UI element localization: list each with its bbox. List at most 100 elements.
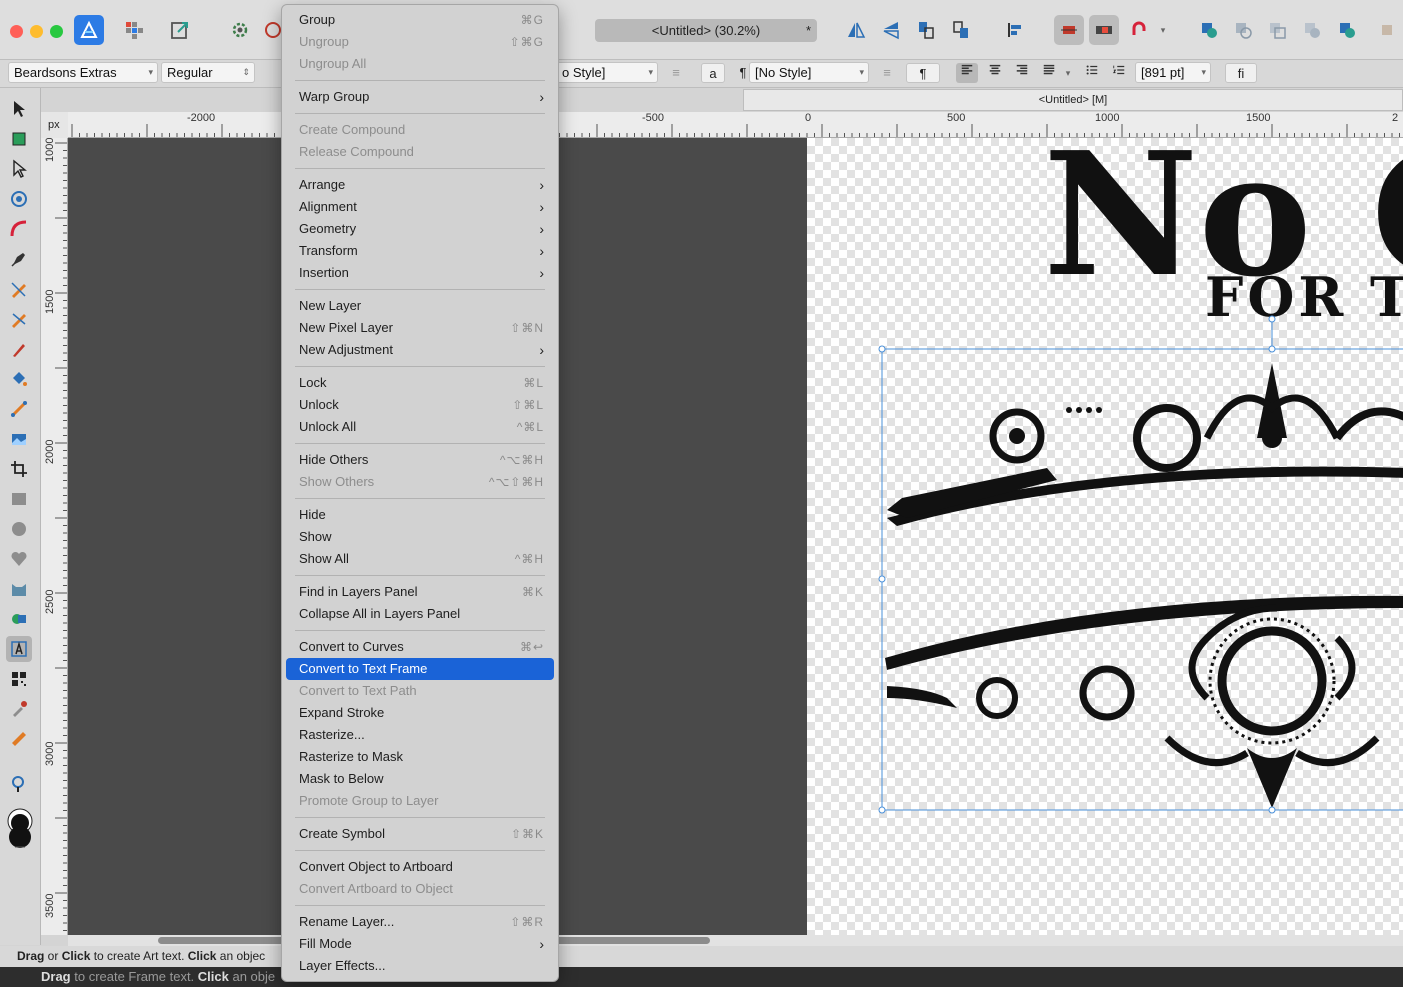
menu-item-rasterize-to-mask[interactable]: Rasterize to Mask: [286, 746, 554, 768]
character-panel-button[interactable]: a: [701, 63, 725, 83]
measure-tool[interactable]: [6, 726, 32, 752]
justify-dropdown-button[interactable]: ▾: [1062, 63, 1074, 83]
menu-item-hide[interactable]: Hide: [286, 504, 554, 526]
menu-item-convert-to-curves[interactable]: Convert to Curves ⌘↩: [286, 636, 554, 658]
paragraph-indent-button[interactable]: ≡: [876, 63, 898, 83]
boolean-add-button[interactable]: [1194, 15, 1224, 45]
rectangle-tool[interactable]: [6, 486, 32, 512]
align-button[interactable]: [1000, 15, 1030, 45]
menu-item-unlock[interactable]: Unlock ⇧⌘L: [286, 394, 554, 416]
node-tool[interactable]: [6, 156, 32, 182]
menu-item-new-layer[interactable]: New Layer: [286, 295, 554, 317]
close-window-button[interactable]: [10, 25, 23, 38]
numbered-list-button[interactable]: [1108, 63, 1130, 83]
menu-item-collapse-all-layers[interactable]: Collapse All in Layers Panel: [286, 603, 554, 625]
menu-item-show[interactable]: Show: [286, 526, 554, 548]
menu-item-mask-to-below[interactable]: Mask to Below: [286, 768, 554, 790]
pencil-tool[interactable]: [6, 276, 32, 302]
menu-item-warp-group[interactable]: Warp Group ›: [286, 86, 554, 108]
menu-item-find-in-layers[interactable]: Find in Layers Panel ⌘K: [286, 581, 554, 603]
ruler-unit[interactable]: px: [41, 112, 68, 138]
document-tab[interactable]: <Untitled> [M]: [743, 89, 1403, 111]
snap-magnet-button[interactable]: [1124, 15, 1154, 45]
align-center-text-button[interactable]: [984, 63, 1006, 83]
menu-item-rasterize[interactable]: Rasterize...: [286, 724, 554, 746]
horizontal-scrollbar[interactable]: [68, 935, 1403, 946]
horizontal-ruler[interactable]: -2000 -500 0 500 1000 1500 2: [68, 112, 1403, 138]
menu-item-alignment[interactable]: Alignment ›: [286, 196, 554, 218]
bottom-ornament: [885, 595, 1403, 808]
menu-item-rename-layer[interactable]: Rename Layer... ⇧⌘R: [286, 911, 554, 933]
menu-item-new-adjustment[interactable]: New Adjustment ›: [286, 339, 554, 361]
boolean-xor-button[interactable]: [1297, 15, 1327, 45]
boolean-subtract-button[interactable]: [1228, 15, 1258, 45]
menu-item-lock[interactable]: Lock ⌘L: [286, 372, 554, 394]
menu-item-transform[interactable]: Transform ›: [286, 240, 554, 262]
align-left-text-button[interactable]: [956, 63, 978, 83]
paint-brush-tool[interactable]: [6, 336, 32, 362]
justify-text-button[interactable]: [1038, 63, 1060, 83]
pen-tool[interactable]: [6, 246, 32, 272]
ellipse-tool[interactable]: [6, 516, 32, 542]
menu-item-convert-object-to-artboard[interactable]: Convert Object to Artboard: [286, 856, 554, 878]
color-swatch-tool[interactable]: [4, 806, 36, 852]
bullet-list-button[interactable]: [1081, 63, 1103, 83]
menu-item-fill-mode[interactable]: Fill Mode ›: [286, 933, 554, 955]
heart-shape-tool[interactable]: [6, 546, 32, 572]
snap-guides-button[interactable]: [1054, 15, 1084, 45]
corner-tool[interactable]: [6, 216, 32, 242]
symbol-tool[interactable]: [6, 606, 32, 632]
menu-item-show-all[interactable]: Show All ^⌘H: [286, 548, 554, 570]
move-tool[interactable]: [6, 96, 32, 122]
menu-item-expand-stroke[interactable]: Expand Stroke: [286, 702, 554, 724]
contour-tool[interactable]: [6, 186, 32, 212]
paragraph-style-select[interactable]: [No Style] ▾: [749, 62, 869, 83]
settings-button[interactable]: [225, 15, 255, 45]
zoom-window-button[interactable]: [50, 25, 63, 38]
character-style-indent-button[interactable]: ≡: [665, 63, 687, 83]
flip-vertical-button[interactable]: [876, 15, 906, 45]
artboard-tool[interactable]: [6, 126, 32, 152]
artistic-text-tool[interactable]: [6, 636, 32, 662]
artboard-canvas[interactable]: No C FOR TH: [807, 138, 1403, 935]
fill-tool[interactable]: [6, 366, 32, 392]
flip-horizontal-button[interactable]: [841, 15, 871, 45]
cat-shape-tool[interactable]: [6, 576, 32, 602]
ligatures-button[interactable]: fi: [1225, 63, 1257, 83]
minimize-window-button[interactable]: [30, 25, 43, 38]
zoom-tool[interactable]: [6, 771, 32, 797]
place-image-tool[interactable]: [6, 426, 32, 452]
menu-item-geometry[interactable]: Geometry ›: [286, 218, 554, 240]
color-picker-tool[interactable]: [6, 696, 32, 722]
boolean-intersect-button[interactable]: [1262, 15, 1292, 45]
designer-persona-button[interactable]: [74, 15, 104, 45]
boolean-divide-button[interactable]: [1332, 15, 1362, 45]
arrange-front-button[interactable]: [946, 15, 976, 45]
pixel-persona-button[interactable]: [119, 15, 149, 45]
more-toolbar-button[interactable]: [1372, 15, 1402, 45]
snap-dropdown-button[interactable]: ▾: [1155, 15, 1171, 45]
align-right-text-button[interactable]: [1011, 63, 1033, 83]
vertical-ruler[interactable]: 1000 1500 2000 2500 3000 3500: [41, 138, 68, 935]
font-family-select[interactable]: Beardsons Extras ▾: [8, 62, 158, 83]
export-persona-button[interactable]: [165, 15, 195, 45]
font-style-select[interactable]: Regular ⇕: [161, 62, 255, 83]
paragraph-panel-button[interactable]: ¶: [906, 63, 940, 83]
qr-tool[interactable]: [6, 666, 32, 692]
menu-item-new-pixel-layer[interactable]: New Pixel Layer ⇧⌘N: [286, 317, 554, 339]
character-style-select[interactable]: o Style] ▾: [556, 62, 658, 83]
font-size-select[interactable]: [891 pt] ▾: [1135, 62, 1211, 83]
menu-item-layer-effects[interactable]: Layer Effects...: [286, 955, 554, 977]
arrange-back-button[interactable]: [911, 15, 941, 45]
snap-bounds-button[interactable]: [1089, 15, 1119, 45]
menu-item-convert-to-text-frame[interactable]: Convert to Text Frame: [286, 658, 554, 680]
menu-item-unlock-all[interactable]: Unlock All ^⌘L: [286, 416, 554, 438]
crop-tool[interactable]: [6, 456, 32, 482]
menu-item-insertion[interactable]: Insertion ›: [286, 262, 554, 284]
gradient-tool[interactable]: [6, 396, 32, 422]
menu-item-arrange[interactable]: Arrange ›: [286, 174, 554, 196]
menu-item-group[interactable]: Group ⌘G: [286, 9, 554, 31]
menu-item-hide-others[interactable]: Hide Others ^⌥⌘H: [286, 449, 554, 471]
vector-brush-tool[interactable]: [6, 306, 32, 332]
menu-item-create-symbol[interactable]: Create Symbol ⇧⌘K: [286, 823, 554, 845]
